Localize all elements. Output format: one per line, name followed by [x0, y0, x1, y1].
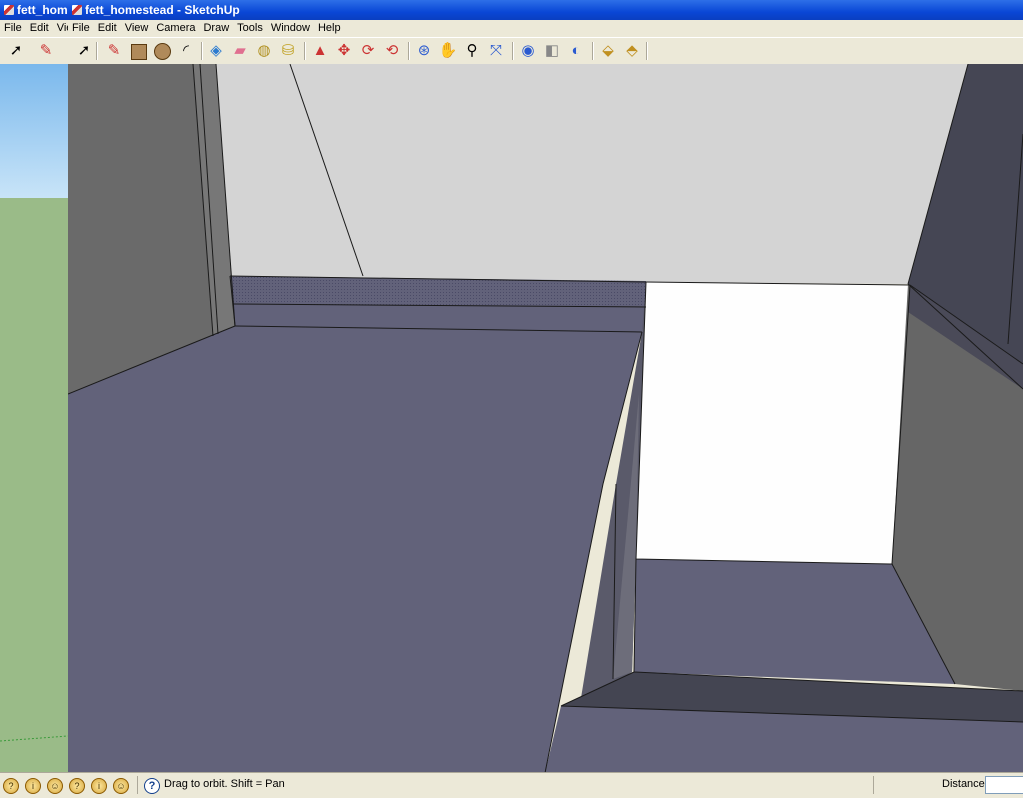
white-wall-face: [636, 282, 910, 564]
paint-bucket-icon[interactable]: ⛁: [278, 41, 298, 61]
viewport[interactable]: [68, 64, 1023, 773]
toolbar-separator: [512, 42, 514, 60]
menu-window[interactable]: Window: [267, 20, 314, 37]
help-icon[interactable]: ?: [144, 778, 160, 794]
background-window[interactable]: fett_home FileEditView ➚ ✎: [0, 0, 68, 798]
toolbar-separator: [201, 42, 203, 60]
line-tool-icon[interactable]: ✎: [104, 41, 124, 61]
circle-tool-icon[interactable]: [152, 41, 172, 61]
geolocation-icon[interactable]: ?: [3, 778, 19, 794]
zoom-tool-icon[interactable]: ⚲: [462, 41, 482, 61]
eraser-tool-icon[interactable]: ▰: [230, 41, 250, 61]
toolbar-separator: [408, 42, 410, 60]
background-window-title: fett_home: [17, 3, 68, 17]
ground: [0, 198, 68, 773]
background-window-titlebar[interactable]: fett_home: [0, 0, 68, 20]
zoom-extents-icon[interactable]: ⤧: [486, 41, 506, 61]
select-tool-icon[interactable]: ➚: [6, 41, 26, 61]
sky: [0, 64, 68, 198]
orbit-tool-icon[interactable]: ⊛: [414, 41, 434, 61]
background-window-toolbar: ➚ ✎: [0, 37, 68, 65]
google-earth-icon[interactable]: ◐: [566, 41, 586, 61]
main-toolbar: ➚ ✎ ◜ ◈ ▰ ◍ ⛁ ▲ ✥ ⟳ ⟲ ⊛ ✋ ⚲ ⤧ ◉ ◧ ◐ ⬙ ⬘: [68, 37, 1023, 65]
share-component-icon[interactable]: ⬘: [622, 41, 642, 61]
toolbar-separator: [592, 42, 594, 60]
select-tool-icon[interactable]: ➚: [74, 41, 94, 61]
share-model-icon[interactable]: ◧: [542, 41, 562, 61]
window-titlebar[interactable]: fett_homestead - SketchUp: [68, 0, 1023, 20]
status-separator: [137, 776, 138, 794]
make-component-icon[interactable]: ◈: [206, 41, 226, 61]
toolbar-separator: [96, 42, 98, 60]
measurements-input[interactable]: [985, 776, 1023, 794]
window-title: fett_homestead - SketchUp: [85, 3, 240, 17]
bg-menu-edit[interactable]: Edit: [26, 20, 53, 37]
get-components-icon[interactable]: ⬙: [598, 41, 618, 61]
menubar: File Edit View Camera Draw Tools Window Help: [68, 20, 1023, 37]
background-window-menubar: FileEditView: [0, 20, 68, 37]
pan-tool-icon[interactable]: ✋: [438, 41, 458, 61]
sync-icon[interactable]: ☺: [113, 778, 129, 794]
status-message: Drag to orbit. Shift = Pan: [164, 778, 285, 790]
menu-edit[interactable]: Edit: [94, 20, 121, 37]
rectangle-tool-icon[interactable]: [128, 41, 148, 61]
floor-face: [68, 326, 642, 773]
menu-file[interactable]: File: [68, 20, 94, 37]
tape-measure-icon[interactable]: ◍: [254, 41, 274, 61]
toolbar-separator: [646, 42, 648, 60]
status-bar: ? i ☺ ? i ☺ ? Drag to orbit. Shift = Pan…: [0, 772, 1023, 798]
move-tool-icon[interactable]: ✥: [334, 41, 354, 61]
get-models-icon[interactable]: ◉: [518, 41, 538, 61]
push-pull-icon[interactable]: ▲: [310, 41, 330, 61]
menu-draw[interactable]: Draw: [199, 20, 233, 37]
instructor-icon[interactable]: i: [91, 778, 107, 794]
menu-camera[interactable]: Camera: [152, 20, 199, 37]
arc-tool-icon[interactable]: ◜: [176, 41, 196, 61]
status-separator: [873, 776, 874, 794]
toolbar-separator: [304, 42, 306, 60]
sketchup-app-icon: [4, 5, 14, 15]
pencil-tool-icon[interactable]: ✎: [36, 41, 56, 61]
sketchup-app-icon: [72, 5, 82, 15]
credits-icon[interactable]: i: [25, 778, 41, 794]
rotate-tool-icon[interactable]: ⟳: [358, 41, 378, 61]
bg-menu-file[interactable]: File: [0, 20, 26, 37]
measurements-label: Distance: [942, 778, 985, 790]
menu-view[interactable]: View: [121, 20, 153, 37]
offset-tool-icon[interactable]: ⟲: [382, 41, 402, 61]
bg-menu-view[interactable]: View: [53, 20, 68, 37]
ceiling-face: [193, 64, 968, 284]
user-icon[interactable]: ☺: [47, 778, 63, 794]
sketchup-window[interactable]: fett_homestead - SketchUp File Edit View Ca…: [68, 0, 1023, 798]
background-viewport[interactable]: [0, 64, 68, 773]
menu-tools[interactable]: Tools: [233, 20, 267, 37]
menu-help[interactable]: Help: [314, 20, 345, 37]
light-bulb-icon[interactable]: ?: [69, 778, 85, 794]
